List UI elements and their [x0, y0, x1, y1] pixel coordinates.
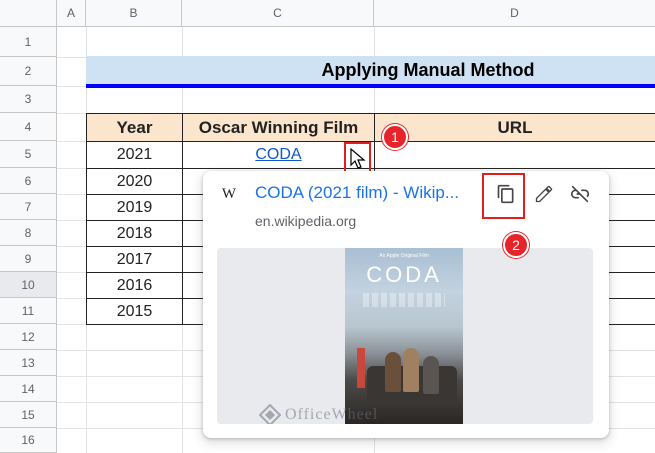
year-cell[interactable]: 2016 — [86, 272, 183, 299]
poster-studio-line: An Apple Original Film — [379, 253, 429, 259]
wikipedia-icon: W — [221, 185, 237, 202]
edit-link-icon — [535, 185, 553, 203]
movie-poster: An Apple Original Film CODA — [345, 248, 463, 424]
column-header-b[interactable]: B — [86, 0, 182, 27]
row-header-1[interactable]: 1 — [0, 27, 57, 57]
step-badge-1: 1 — [382, 124, 408, 150]
header-url[interactable]: URL — [374, 113, 655, 142]
poster-title: CODA — [366, 262, 442, 287]
year-cell[interactable]: 2018 — [86, 220, 183, 247]
row-header-6[interactable]: 6 — [0, 168, 57, 194]
row-header-14[interactable]: 14 — [0, 376, 57, 402]
row-header-5[interactable]: 5 — [0, 141, 57, 168]
row-header-12[interactable]: 12 — [0, 324, 57, 350]
poster-credits — [363, 293, 445, 307]
year-cell[interactable]: 2020 — [86, 168, 183, 195]
mouse-pointer-icon — [350, 148, 366, 169]
row-header-11[interactable]: 11 — [0, 298, 57, 324]
column-header-c[interactable]: C — [182, 0, 374, 27]
step-badge-2: 2 — [503, 232, 529, 258]
title-underline — [86, 84, 655, 88]
title-cell[interactable]: Applying Manual Method — [86, 56, 655, 85]
row-header-4[interactable]: 4 — [0, 113, 57, 141]
copy-button-highlight-box — [482, 173, 525, 219]
row-header-13[interactable]: 13 — [0, 350, 57, 376]
row-header-15[interactable]: 15 — [0, 402, 57, 428]
row-header-7[interactable]: 7 — [0, 194, 57, 220]
page-title: Applying Manual Method — [321, 60, 535, 80]
edit-link-button[interactable] — [527, 177, 561, 211]
row-header-2[interactable]: 2 — [0, 57, 57, 86]
header-year[interactable]: Year — [86, 113, 183, 142]
select-all-corner[interactable] — [0, 0, 57, 27]
row-header-3[interactable]: 3 — [0, 86, 57, 113]
year-cell[interactable]: 2021 — [86, 141, 183, 169]
row-header-16[interactable]: 16 — [0, 428, 57, 453]
poster-figure — [403, 348, 419, 392]
film-link-coda[interactable]: CODA — [255, 146, 301, 164]
remove-link-button[interactable] — [563, 177, 597, 211]
header-film[interactable]: Oscar Winning Film — [182, 113, 375, 142]
poster-figure — [423, 356, 439, 394]
unlink-icon — [570, 185, 590, 203]
link-domain: en.wikipedia.org — [255, 213, 357, 229]
link-preview-image-area[interactable]: An Apple Original Film CODA OfficeWheel — [217, 248, 593, 424]
column-header-d[interactable]: D — [374, 0, 655, 27]
url-cell[interactable] — [374, 141, 655, 169]
year-cell[interactable]: 2019 — [86, 194, 183, 221]
watermark: OfficeWheel — [259, 404, 378, 424]
column-header-a[interactable]: A — [57, 0, 86, 27]
row-header-9[interactable]: 9 — [0, 246, 57, 272]
row-header-8[interactable]: 8 — [0, 220, 57, 246]
row-header-10[interactable]: 10 — [0, 272, 57, 298]
poster-figure — [385, 352, 401, 392]
poster-lighthouse — [357, 348, 365, 388]
year-cell[interactable]: 2017 — [86, 246, 183, 273]
officewheel-logo-icon — [259, 404, 281, 424]
year-cell[interactable]: 2015 — [86, 298, 183, 325]
link-title[interactable]: CODA (2021 film) - Wikip... — [255, 183, 480, 203]
link-preview-popup: W CODA (2021 film) - Wikip... en.wikiped… — [203, 171, 609, 438]
